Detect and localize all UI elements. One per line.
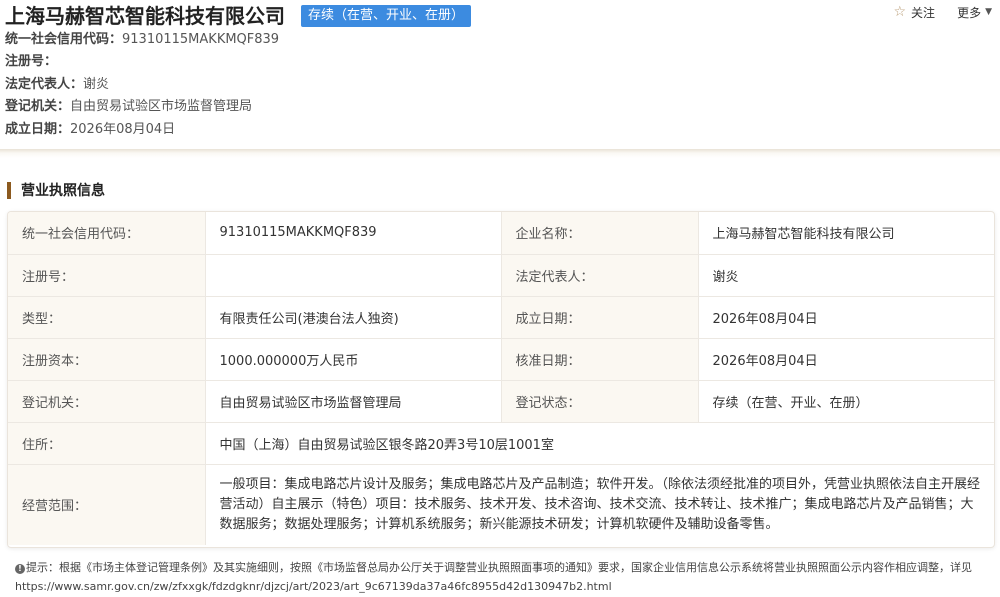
reg-no-label: 注册号： (8, 253, 206, 297)
table-row: 类型： 有限责任公司(港澳台法人独资) 成立日期： 2026年08月04日 (8, 295, 994, 339)
follow-label: 关注 (911, 5, 936, 20)
type-label: 类型： (8, 295, 206, 339)
info-label: 法定代表人： (5, 77, 84, 92)
reg-status-label: 登记状态： (500, 379, 699, 423)
info-value: 2026年08月04日 (70, 122, 176, 137)
reg-status-value: 存续（在营、开业、在册） (697, 379, 994, 423)
header-divider (0, 149, 1000, 158)
legal-rep-label: 法定代表人： (500, 253, 699, 297)
company-name-value: 上海马赫智芯智能科技有限公司 (697, 212, 994, 255)
approve-date-value: 2026年08月04日 (697, 337, 994, 381)
company-header: 上海马赫智芯智能科技有限公司 存续（在营、开业、在册） ☆ 关注 更多 ▼ 统一… (0, 0, 1000, 150)
table-row: 注册号： 法定代表人： 谢炎 (8, 253, 994, 297)
type-value: 有限责任公司(港澳台法人独资) (204, 295, 502, 339)
found-date-label: 成立日期： (500, 295, 699, 339)
scope-label: 经营范围： (8, 463, 206, 545)
notice-link[interactable]: https://www.samr.gov.cn/zw/zfxxgk/fdzdgk… (15, 580, 612, 593)
section-header: 营业执照信息 (7, 181, 105, 199)
scope-value: 一般项目：集成电路芯片设计及服务；集成电路芯片及产品制造；软件开发。（除依法须经… (204, 463, 994, 545)
table-row: 注册资本： 1000.000000万人民币 核准日期： 2026年08月04日 (8, 337, 994, 381)
legal-rep-value: 谢炎 (697, 253, 994, 297)
found-date-value: 2026年08月04日 (697, 295, 994, 339)
capital-value: 1000.000000万人民币 (204, 337, 502, 381)
credit-code-value: 91310115MAKKMQF839 (204, 212, 502, 255)
info-label: 统一社会信用代码： (5, 32, 123, 47)
table-row: 住所： 中国（上海）自由贸易试验区银冬路20弄3号10层1001室 (8, 421, 994, 465)
header-legal-rep: 法定代表人：谢炎 (5, 76, 109, 94)
table-row: 登记机关： 自由贸易试验区市场监督管理局 登记状态： 存续（在营、开业、在册） (8, 379, 994, 423)
table-row: 统一社会信用代码： 91310115MAKKMQF839 企业名称： 上海马赫智… (8, 212, 994, 255)
status-badge: 存续（在营、开业、在册） (301, 5, 472, 27)
title-row: 上海马赫智芯智能科技有限公司 存续（在营、开业、在册） (5, 3, 472, 29)
more-button[interactable]: 更多 ▼ (957, 4, 992, 21)
company-title: 上海马赫智芯智能科技有限公司 (5, 4, 285, 28)
license-info-table: 统一社会信用代码： 91310115MAKKMQF839 企业名称： 上海马赫智… (7, 211, 995, 548)
header-actions: ☆ 关注 更多 ▼ (893, 0, 992, 24)
notice-text: 提示：根据《市场主体登记管理条例》及其实施细则，按照《市场监督总局办公厅关于调整… (26, 561, 972, 574)
more-label: 更多 (957, 5, 982, 20)
notice: ! 提示：根据《市场主体登记管理条例》及其实施细则，按照《市场监督总局办公厅关于调… (15, 558, 990, 596)
info-value: 91310115MAKKMQF839 (122, 32, 280, 47)
info-value: 自由贸易试验区市场监督管理局 (70, 99, 253, 114)
authority-label: 登记机关： (8, 379, 206, 423)
company-name-label: 企业名称： (500, 212, 699, 255)
header-authority: 登记机关：自由贸易试验区市场监督管理局 (5, 98, 252, 116)
follow-button[interactable]: ☆ 关注 (893, 4, 935, 21)
section-title: 营业执照信息 (21, 183, 105, 199)
credit-code-label: 统一社会信用代码： (8, 212, 206, 255)
info-icon: ! (15, 564, 25, 574)
info-value: 谢炎 (83, 77, 110, 92)
approve-date-label: 核准日期： (500, 337, 699, 381)
info-label: 注册号： (5, 54, 58, 69)
info-label: 成立日期： (5, 122, 71, 137)
header-reg-no: 注册号： (5, 53, 57, 71)
reg-no-value (204, 253, 502, 297)
section-accent-bar (7, 181, 11, 199)
chevron-down-icon: ▼ (985, 7, 992, 17)
table-row: 经营范围： 一般项目：集成电路芯片设计及服务；集成电路芯片及产品制造；软件开发。… (8, 463, 994, 545)
address-value: 中国（上海）自由贸易试验区银冬路20弄3号10层1001室 (204, 421, 994, 465)
header-found-date: 成立日期：2026年08月04日 (5, 121, 175, 139)
address-label: 住所： (8, 421, 206, 465)
authority-value: 自由贸易试验区市场监督管理局 (204, 379, 502, 423)
star-icon: ☆ (893, 4, 907, 20)
info-label: 登记机关： (5, 99, 71, 114)
capital-label: 注册资本： (8, 337, 206, 381)
header-credit-code: 统一社会信用代码：91310115MAKKMQF839 (5, 31, 279, 49)
